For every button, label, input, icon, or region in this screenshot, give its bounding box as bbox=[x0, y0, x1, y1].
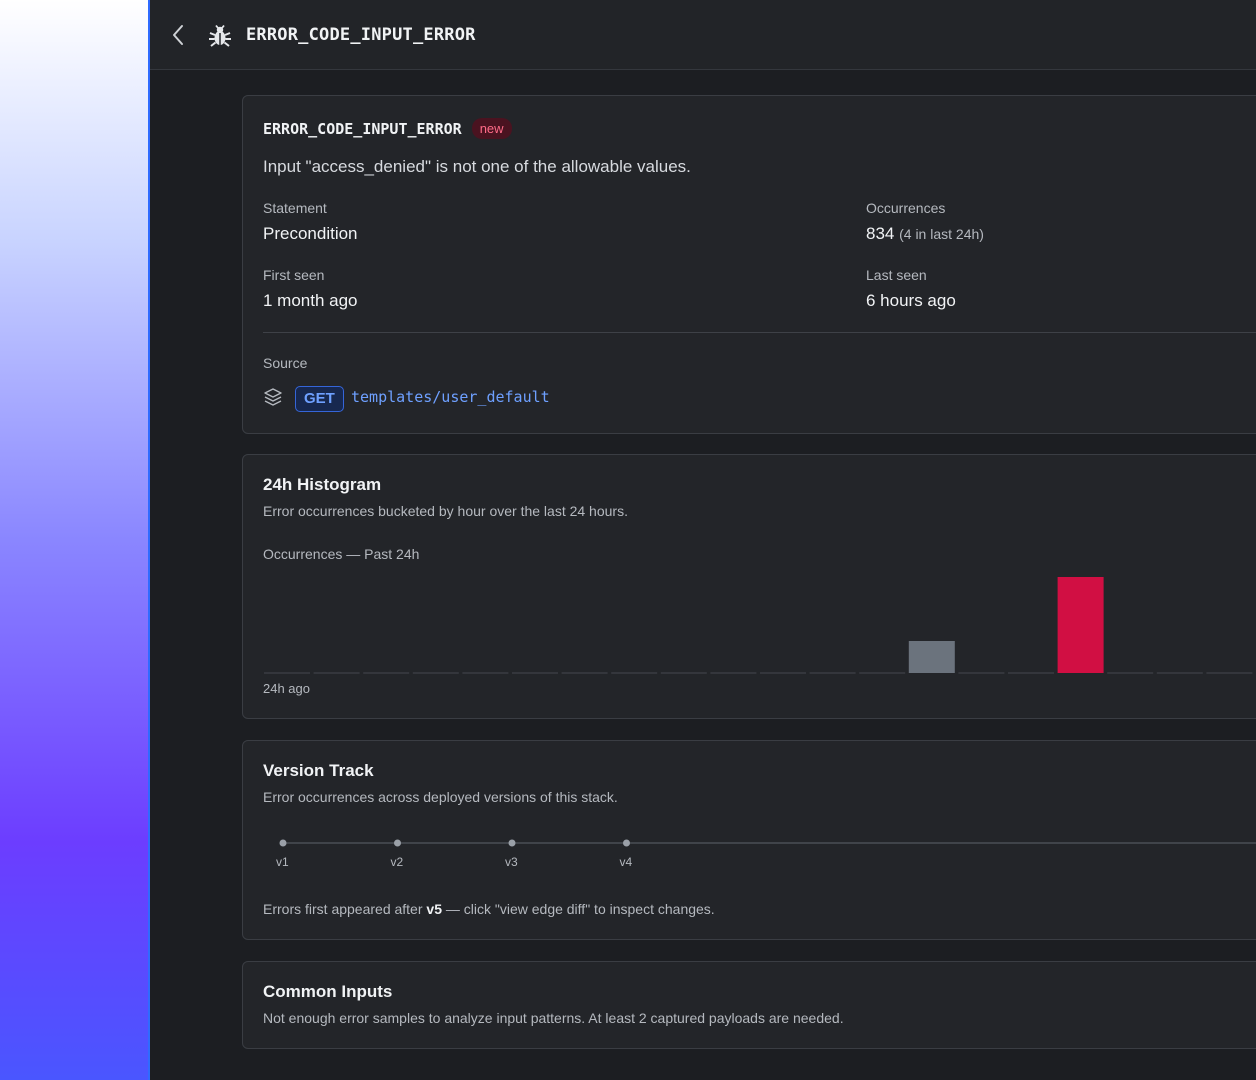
page-title: ERROR_CODE_INPUT_ERROR bbox=[246, 25, 476, 45]
source-label: Source bbox=[263, 355, 308, 371]
source-path-link[interactable]: templates/user_default bbox=[351, 388, 550, 406]
last-seen-value: 6 hours ago bbox=[866, 291, 956, 310]
version-label: v2 bbox=[390, 855, 404, 869]
histogram-description: Error occurrences bucketed by hour over … bbox=[263, 503, 628, 519]
version-label: v3 bbox=[505, 855, 518, 869]
version-dot[interactable] bbox=[508, 839, 516, 847]
histogram-title: 24h Histogram bbox=[263, 475, 382, 494]
occurrences-count: 834 bbox=[866, 224, 895, 243]
occurrences-24h: (4 in last 24h) bbox=[899, 226, 984, 242]
histogram-card: 24h Histogram Error occurrences bucketed… bbox=[242, 454, 1256, 719]
version-note: Errors first appeared after v5 — click "… bbox=[263, 901, 715, 917]
occurrences-label: Occurrences bbox=[866, 200, 946, 216]
http-method-badge: GET bbox=[295, 386, 344, 412]
version-dot[interactable] bbox=[623, 839, 630, 847]
statement-label: Statement bbox=[263, 200, 327, 216]
new-badge: new bbox=[471, 118, 512, 139]
common-inputs-description: Not enough error samples to analyze inpu… bbox=[263, 1010, 844, 1026]
version-track-title: Version Track bbox=[263, 761, 374, 780]
histogram-start-label: 24h ago bbox=[263, 681, 310, 696]
version-dot[interactable] bbox=[394, 839, 401, 847]
error-message: Input "access_denied" is not one of the … bbox=[263, 157, 691, 176]
histogram-bar[interactable] bbox=[908, 641, 955, 673]
common-inputs-card: Common Inputs Not enough error samples t… bbox=[242, 961, 1256, 1049]
error-header: ERROR_CODE_INPUT_ERROR new bbox=[263, 118, 512, 139]
histogram-bar[interactable] bbox=[1057, 577, 1104, 673]
chart-title: Occurrences — Past 24h bbox=[263, 546, 420, 562]
occurrences-value: 834 (4 in last 24h) bbox=[866, 224, 984, 244]
first-seen-value: 1 month ago bbox=[263, 291, 358, 310]
version-note-version: v5 bbox=[426, 901, 442, 917]
version-label: v1 bbox=[276, 855, 289, 869]
desktop-background bbox=[0, 0, 150, 1080]
chevron-left-icon bbox=[173, 25, 183, 45]
layers-icon bbox=[264, 388, 282, 406]
version-note-prefix: Errors first appeared after bbox=[263, 901, 427, 917]
error-detail-window: ERROR_CODE_INPUT_ERROR ERROR_CODE_INPUT_… bbox=[148, 0, 1256, 1080]
version-label: v4 bbox=[619, 855, 633, 869]
version-track-card: Version Track Error occurrences across d… bbox=[242, 740, 1256, 940]
back-button[interactable] bbox=[168, 22, 188, 48]
histogram-chart bbox=[264, 577, 1253, 674]
divider bbox=[263, 332, 1256, 333]
error-code: ERROR_CODE_INPUT_ERROR bbox=[263, 119, 462, 138]
version-track-line bbox=[279, 839, 1256, 847]
version-dot[interactable] bbox=[279, 839, 287, 847]
first-seen-label: First seen bbox=[263, 267, 325, 283]
statement-value: Precondition bbox=[263, 224, 358, 243]
version-track-description: Error occurrences across deployed versio… bbox=[263, 789, 618, 805]
top-bar: ERROR_CODE_INPUT_ERROR bbox=[150, 0, 1256, 70]
common-inputs-title: Common Inputs bbox=[263, 982, 393, 1001]
last-seen-label: Last seen bbox=[866, 267, 927, 283]
version-note-suffix: — click "view edge diff" to inspect chan… bbox=[441, 901, 715, 917]
bug-icon bbox=[209, 24, 231, 47]
error-summary-card: ERROR_CODE_INPUT_ERROR new Input "access… bbox=[242, 95, 1256, 434]
